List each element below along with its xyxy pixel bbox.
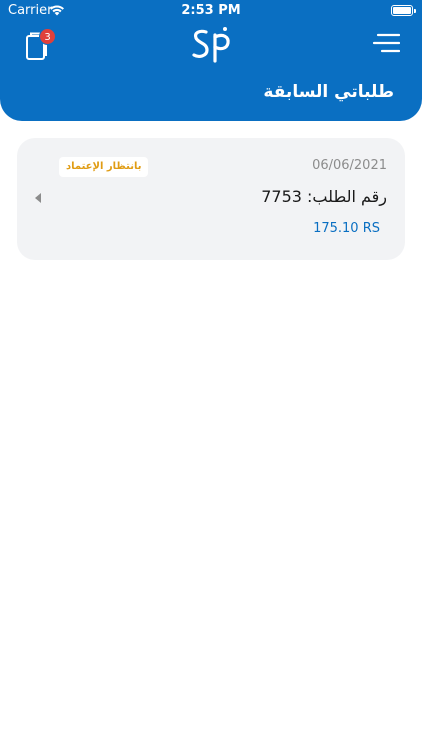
order-date: 06/06/2021 — [312, 158, 387, 173]
page-title: طلباتي السابقة — [263, 82, 394, 102]
cart-button[interactable]: 3 — [22, 28, 56, 62]
status-time: 2:53 PM — [181, 3, 241, 18]
chevron-left-icon — [35, 193, 41, 203]
battery-icon — [391, 5, 416, 16]
app-logo — [192, 27, 230, 63]
app-header: Carrier 2:53 PM 3 طلباتي السابقة — [0, 0, 422, 121]
cart-count-badge: 3 — [39, 28, 56, 45]
menu-button[interactable] — [372, 30, 400, 56]
order-number: رقم الطلب: 7753 — [261, 187, 387, 206]
status-bar: Carrier 2:53 PM — [0, 0, 422, 22]
order-card[interactable]: 06/06/2021 بانتظار الإعتماد رقم الطلب: 7… — [17, 138, 405, 260]
status-badge: بانتظار الإعتماد — [59, 157, 149, 177]
order-total: 175.10 RS — [313, 221, 380, 236]
menu-icon — [372, 33, 400, 53]
